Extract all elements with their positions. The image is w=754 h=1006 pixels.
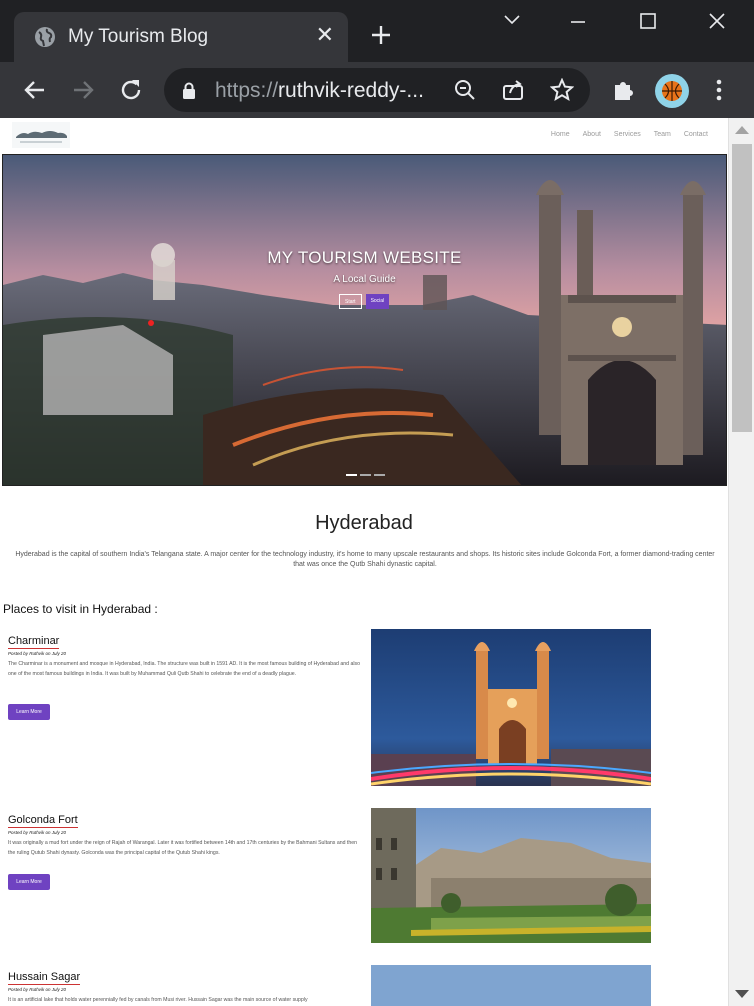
hero-carousel: MY TOURISM WEBSITE A Local Guide Start S… bbox=[2, 154, 727, 486]
tab-search-chevron-icon[interactable] bbox=[494, 6, 530, 36]
zoom-icon[interactable] bbox=[454, 79, 476, 101]
place-meta: Posted by Ruthvik on July 20 bbox=[8, 651, 67, 656]
hero-title: MY TOURISM WEBSITE bbox=[267, 248, 462, 267]
city-title: Hyderabad bbox=[315, 512, 413, 534]
site-logo[interactable] bbox=[12, 122, 70, 148]
learn-more-button[interactable]: Learn More bbox=[8, 874, 50, 890]
place-description: It was originally a mud fort under the r… bbox=[8, 840, 358, 856]
social-button[interactable]: Social bbox=[365, 294, 390, 309]
places-heading: Places to visit in Hyderabad : bbox=[3, 602, 158, 616]
place-description: It is an artificial lake that holds wate… bbox=[8, 997, 308, 1003]
lock-icon[interactable] bbox=[182, 82, 196, 99]
nav-links: Home About Services Team Contact bbox=[551, 131, 708, 138]
charminar-image bbox=[371, 629, 651, 786]
globe-icon bbox=[35, 27, 55, 47]
basketball-icon bbox=[662, 81, 682, 101]
close-window-icon[interactable] bbox=[699, 6, 735, 36]
extensions-icon[interactable] bbox=[610, 76, 638, 104]
close-tab-icon[interactable]: ✕ bbox=[316, 24, 334, 46]
carousel-indicator[interactable] bbox=[346, 474, 357, 476]
nav-about-link[interactable]: About bbox=[583, 131, 601, 138]
tab-title: My Tourism Blog bbox=[68, 26, 209, 47]
hero-subtitle: A Local Guide bbox=[333, 274, 396, 285]
site-navbar: Home About Services Team Contact bbox=[0, 118, 728, 154]
nav-contact-link[interactable]: Contact bbox=[684, 131, 708, 138]
place-meta: Posted by Ruthvik on July 20 bbox=[8, 987, 67, 992]
browser-toolbar: https://ruthvik-reddy-... bbox=[0, 62, 754, 118]
carousel-indicators bbox=[346, 474, 385, 476]
star-icon[interactable] bbox=[550, 78, 574, 102]
profile-avatar[interactable] bbox=[655, 74, 689, 108]
golconda-fort-image bbox=[371, 808, 651, 943]
forward-arrow-icon[interactable] bbox=[69, 76, 97, 104]
page-viewport: Home About Services Team Contact MY TOUR… bbox=[0, 118, 754, 1006]
back-arrow-icon[interactable] bbox=[21, 76, 49, 104]
minimize-icon[interactable] bbox=[560, 6, 596, 36]
place-meta: Posted by Ruthvik on July 20 bbox=[8, 830, 67, 835]
new-tab-icon[interactable] bbox=[368, 22, 394, 48]
nav-services-link[interactable]: Services bbox=[614, 131, 641, 138]
learn-more-button[interactable]: Learn More bbox=[8, 704, 50, 720]
hero-cityscape-image bbox=[3, 155, 726, 485]
page-scrollbar[interactable] bbox=[728, 118, 754, 1006]
browser-window: My Tourism Blog ✕ https://ruthvik-reddy-… bbox=[0, 0, 754, 1006]
hero-buttons: Start Social bbox=[339, 294, 390, 309]
place-title[interactable]: Golconda Fort bbox=[8, 814, 78, 828]
start-button[interactable]: Start bbox=[339, 294, 362, 309]
carousel-indicator[interactable] bbox=[360, 474, 371, 476]
web-page: Home About Services Team Contact MY TOUR… bbox=[0, 118, 728, 1006]
scrollbar-thumb[interactable] bbox=[732, 144, 752, 432]
url-text[interactable]: https://ruthvik-reddy-... bbox=[215, 79, 424, 103]
city-intro: Hyderabad is the capital of southern Ind… bbox=[15, 551, 715, 568]
tab-strip: My Tourism Blog ✕ bbox=[0, 0, 754, 62]
menu-kebab-icon[interactable] bbox=[705, 76, 733, 104]
place-title[interactable]: Charminar bbox=[8, 635, 60, 649]
reload-icon[interactable] bbox=[117, 76, 145, 104]
nav-team-link[interactable]: Team bbox=[654, 131, 671, 138]
nav-home-link[interactable]: Home bbox=[551, 131, 570, 138]
place-title[interactable]: Hussain Sagar bbox=[8, 971, 81, 985]
scroll-down-arrow-icon[interactable] bbox=[735, 990, 749, 998]
scroll-up-arrow-icon[interactable] bbox=[735, 126, 749, 134]
hussain-sagar-image bbox=[371, 965, 651, 1006]
maximize-icon[interactable] bbox=[630, 6, 666, 36]
place-description: The Charminar is a monument and mosque i… bbox=[8, 661, 360, 677]
browser-tab[interactable]: My Tourism Blog ✕ bbox=[14, 12, 348, 62]
carousel-indicator[interactable] bbox=[374, 474, 385, 476]
address-bar[interactable]: https://ruthvik-reddy-... bbox=[164, 68, 590, 112]
share-icon[interactable] bbox=[502, 79, 524, 101]
